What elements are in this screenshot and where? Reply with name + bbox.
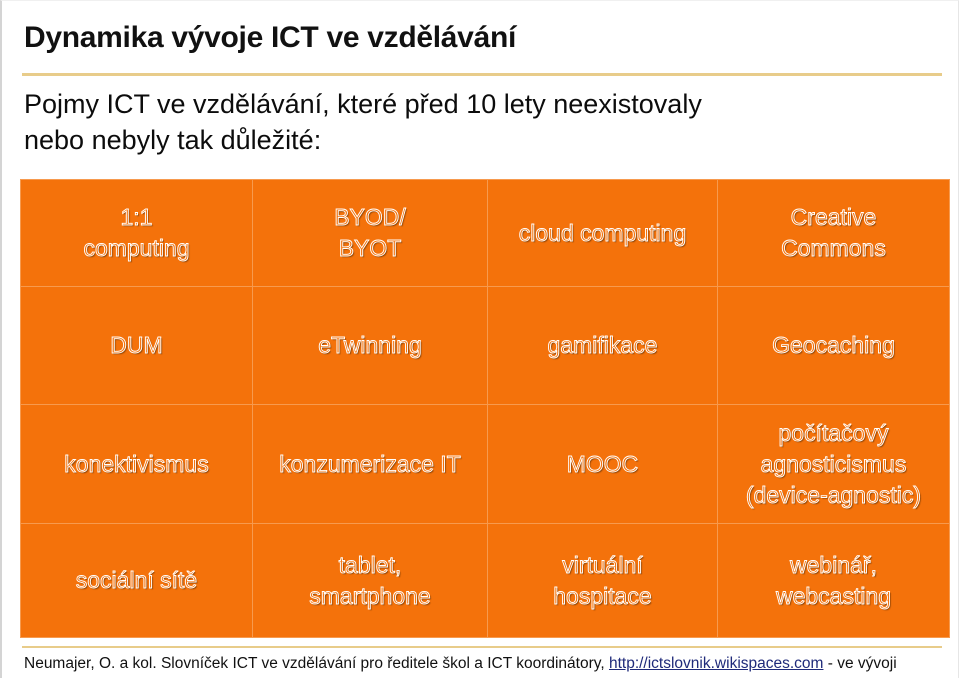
cell-line: 1:1 (120, 204, 153, 231)
footer-suffix-text: - ve vývoji (823, 655, 897, 672)
table-cell-r1c3: cloud computing (487, 179, 718, 287)
subtitle-line-1: Pojmy ICT ve vzdělávání, které před 10 l… (24, 89, 702, 119)
cell-line: Geocaching (772, 332, 896, 359)
cell-line: agnosticismus (760, 450, 907, 477)
footer-prefix-text: Neumajer, O. a kol. Slovníček ICT ve vzd… (24, 655, 609, 672)
cell-line: tablet, (338, 551, 402, 578)
cell-line: computing (83, 235, 190, 262)
cell-line: Creative (790, 204, 877, 231)
table-cell-r2c3: gamifikace (487, 286, 718, 405)
cell-line: hospitace (553, 582, 652, 609)
footer-citation: Neumajer, O. a kol. Slovníček ICT ve vzd… (24, 654, 949, 674)
slide-canvas: Dynamika vývoje ICT ve vzdělávání Pojmy … (0, 0, 959, 678)
cell-line: webinář, (790, 551, 878, 578)
cell-line: smartphone (309, 582, 431, 609)
cell-line: Commons (781, 235, 887, 262)
cell-line: webcasting (775, 582, 892, 609)
table-cell-r4c1: sociální sítě (20, 523, 253, 638)
cell-line: konzumerizace IT (279, 450, 461, 477)
table-cell-r2c2: eTwinning (252, 286, 488, 405)
subtitle-text: Pojmy ICT ve vzdělávání, které před 10 l… (24, 86, 939, 158)
cell-line: konektivismus (64, 450, 209, 477)
cell-line: BYOT (338, 235, 402, 262)
subtitle-line-2: nebo nebyly tak důležité: (24, 125, 322, 155)
table-cell-r4c4: webinář, webcasting (717, 523, 950, 638)
table-row: konektivismus konzumerizace IT MOOC počí… (20, 404, 950, 524)
table-cell-r3c3: MOOC (487, 404, 718, 524)
ict-concepts-table: 1:1 computing BYOD/ BYOT cloud computing… (20, 179, 950, 638)
title-divider (22, 73, 942, 76)
cell-line: cloud computing (518, 219, 687, 246)
cell-line: sociální sítě (75, 567, 198, 594)
table-cell-r2c1: DUM (20, 286, 253, 405)
table-row: sociální sítě tablet, smartphone virtuál… (20, 523, 950, 638)
cell-line: počítačový (778, 419, 889, 446)
cell-line: gamifikace (547, 332, 658, 359)
table-cell-r4c2: tablet, smartphone (252, 523, 488, 638)
table-cell-r3c1: konektivismus (20, 404, 253, 524)
table-cell-r3c2: konzumerizace IT (252, 404, 488, 524)
cell-line: DUM (110, 332, 163, 359)
cell-line: eTwinning (318, 332, 422, 359)
cell-line: BYOD/ (334, 204, 406, 231)
table-row: 1:1 computing BYOD/ BYOT cloud computing… (20, 179, 950, 287)
table-cell-r3c4: počítačový agnosticismus (device-agnosti… (717, 404, 950, 524)
cell-line: (device-agnostic) (745, 481, 922, 508)
page-title: Dynamika vývoje ICT ve vzdělávání (24, 21, 517, 54)
cell-line: virtuální (562, 551, 643, 578)
table-cell-r1c4: Creative Commons (717, 179, 950, 287)
footer-divider (22, 646, 942, 648)
cell-line: MOOC (566, 450, 639, 477)
table-cell-r4c3: virtuální hospitace (487, 523, 718, 638)
table-cell-r2c4: Geocaching (717, 286, 950, 405)
source-url-link[interactable]: http://ictslovnik.wikispaces.com (609, 655, 824, 672)
table-cell-r1c2: BYOD/ BYOT (252, 179, 488, 287)
table-row: DUM eTwinning gamifikace Geocaching (20, 286, 950, 405)
table-cell-r1c1: 1:1 computing (20, 179, 253, 287)
